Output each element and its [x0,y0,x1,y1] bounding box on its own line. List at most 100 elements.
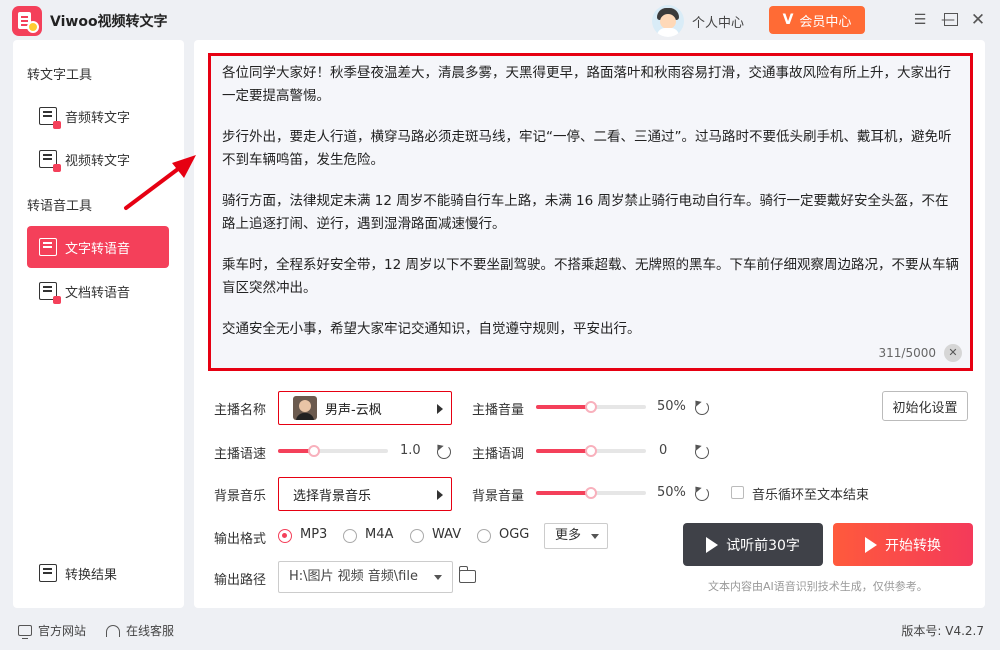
editor-paragraph: 交通安全无小事，希望大家牢记交通知识，自觉遵守规则，平安出行。 [222,321,641,337]
vip-icon: V [782,12,794,28]
reset-icon[interactable] [695,445,709,459]
support-link[interactable]: 在线客服 [106,622,174,639]
format-radio-wav[interactable] [410,529,424,543]
format-option-label: M4A [365,527,394,542]
monitor-icon [18,625,32,639]
format-radio-m4a[interactable] [343,529,357,543]
website-link[interactable]: 官方网站 [18,622,86,639]
support-label: 在线客服 [126,624,175,638]
format-radio-mp3[interactable] [278,529,292,543]
folder-icon[interactable] [459,566,476,583]
volume-label: 主播音量 [472,403,525,418]
sidebar-item-label: 音频转文字 [65,110,131,126]
audio-to-text-icon [39,107,61,129]
main-panel: 各位同学大家好！秋季昼夜温差大，清晨多雾，天黑得更早，路面落叶和秋雨容易打滑，交… [194,40,985,608]
editor-paragraph: 骑行方面，法律规定未满 12 周岁不能骑自行车上路，未满 16 周岁禁止骑行电动… [222,193,949,232]
bgm-value: 选择背景音乐 [293,488,372,504]
sidebar: 转文字工具 音频转文字 视频转文字 转语音工具 文字转语音 文档转语音 转换结果 [13,40,184,608]
slider-thumb[interactable] [585,445,597,457]
text-editor[interactable]: 各位同学大家好！秋季昼夜温差大，清晨多雾，天黑得更早，路面落叶和秋雨容易打滑，交… [208,53,973,371]
app-title: Viwoo视频转文字 [50,14,168,30]
play-icon [865,536,877,553]
volume-value: 50% [657,399,686,414]
more-formats-select[interactable]: 更多 [544,523,608,549]
chevron-right-icon [437,404,443,414]
headset-icon [106,624,120,637]
editor-paragraph: 乘车时，全程系好安全带，12 周岁以下不要坐副驾驶。不搭乘超载、无牌照的黑车。下… [222,257,959,296]
play-icon [706,536,719,553]
preview-label: 试听前30字 [726,537,800,554]
chevron-right-icon [437,490,443,500]
bgm-select[interactable]: 选择背景音乐 [278,477,452,511]
sidebar-item-audio-to-text[interactable]: 音频转文字 [27,95,169,137]
loop-checkbox[interactable] [731,486,744,499]
sidebar-item-results[interactable]: 转换结果 [27,552,169,594]
output-path-select[interactable]: H:\图片 视频 音频\file [278,561,453,593]
slider-thumb[interactable] [585,401,597,413]
pitch-value: 0 [659,443,668,458]
slider-thumb[interactable] [585,487,597,499]
anchor-select[interactable]: 男声-云枫 [278,391,452,425]
voice-avatar-icon [293,396,317,420]
format-option-label: WAV [432,527,462,542]
init-settings-button[interactable]: 初始化设置 [882,391,968,421]
loop-label: 音乐循环至文本结束 [752,488,870,503]
format-label: 输出格式 [214,532,267,547]
start-convert-button[interactable]: 开始转换 [833,523,973,566]
section-text-tools: 转文字工具 [27,68,93,83]
reset-icon[interactable] [695,401,709,415]
version-label: 版本号: V4.2.7 [901,624,984,638]
sidebar-item-label: 转换结果 [65,567,118,583]
section-speech-tools: 转语音工具 [27,199,93,214]
bgm-volume-slider[interactable] [536,487,646,499]
video-to-text-icon [39,150,61,172]
vip-center-button[interactable]: V 会员中心 [769,6,865,34]
menu-icon[interactable]: ☰ [912,12,928,28]
anchor-label: 主播名称 [214,403,267,418]
format-option-label: MP3 [300,527,328,542]
sidebar-item-label: 文字转语音 [65,241,131,257]
char-count: 311/5000 [878,346,937,360]
start-label: 开始转换 [885,537,941,554]
title-bar: Viwoo视频转文字 个人中心 V 会员中心 ☰ — ✕ [0,0,1000,40]
status-bar: 官方网站 在线客服 版本号: V4.2.7 [0,612,1000,650]
annotation-arrow [124,155,196,210]
reset-icon[interactable] [437,445,451,459]
results-icon [39,564,57,582]
sidebar-item-document-to-speech[interactable]: 文档转语音 [27,270,169,312]
path-label: 输出路径 [214,573,267,588]
format-option-label: OGG [499,527,530,542]
maximize-icon[interactable] [944,13,958,26]
vip-center-label: 会员中心 [799,14,852,30]
bgm-label: 背景音乐 [214,489,267,504]
website-label: 官方网站 [38,624,87,638]
close-icon[interactable]: ✕ [970,12,986,29]
editor-paragraph: 各位同学大家好！秋季昼夜温差大，清晨多雾，天黑得更早，路面落叶和秋雨容易打滑，交… [222,65,951,104]
clear-text-icon[interactable]: ✕ [944,344,962,362]
app-logo-icon [12,6,42,36]
chevron-down-icon [591,534,599,539]
chevron-down-icon [434,575,442,580]
sidebar-item-text-to-speech[interactable]: 文字转语音 [27,226,169,268]
document-to-speech-icon [39,282,61,304]
anchor-value: 男声-云枫 [325,402,382,418]
speed-value: 1.0 [400,443,421,458]
more-label: 更多 [555,528,582,543]
ai-disclaimer: 文本内容由AI语音识别技术生成，仅供参考。 [708,580,928,593]
bgm-volume-value: 50% [657,485,686,500]
preview-button[interactable]: 试听前30字 [683,523,823,566]
speed-label: 主播语速 [214,447,267,462]
sidebar-item-label: 文档转语音 [65,285,131,301]
reset-icon[interactable] [695,487,709,501]
user-center-link[interactable]: 个人中心 [692,12,744,31]
user-avatar[interactable] [652,5,684,37]
pitch-slider[interactable] [536,445,646,457]
pitch-label: 主播语调 [472,447,525,462]
slider-thumb[interactable] [308,445,321,457]
volume-slider[interactable] [536,401,646,413]
path-value: H:\图片 视频 音频\file [289,569,418,584]
speed-slider[interactable] [278,445,388,457]
editor-paragraph: 步行外出，要走人行道，横穿马路必须走斑马线，牢记“一停、二看、三通过”。过马路时… [222,129,952,168]
text-to-speech-icon [39,238,57,256]
format-radio-ogg[interactable] [477,529,491,543]
